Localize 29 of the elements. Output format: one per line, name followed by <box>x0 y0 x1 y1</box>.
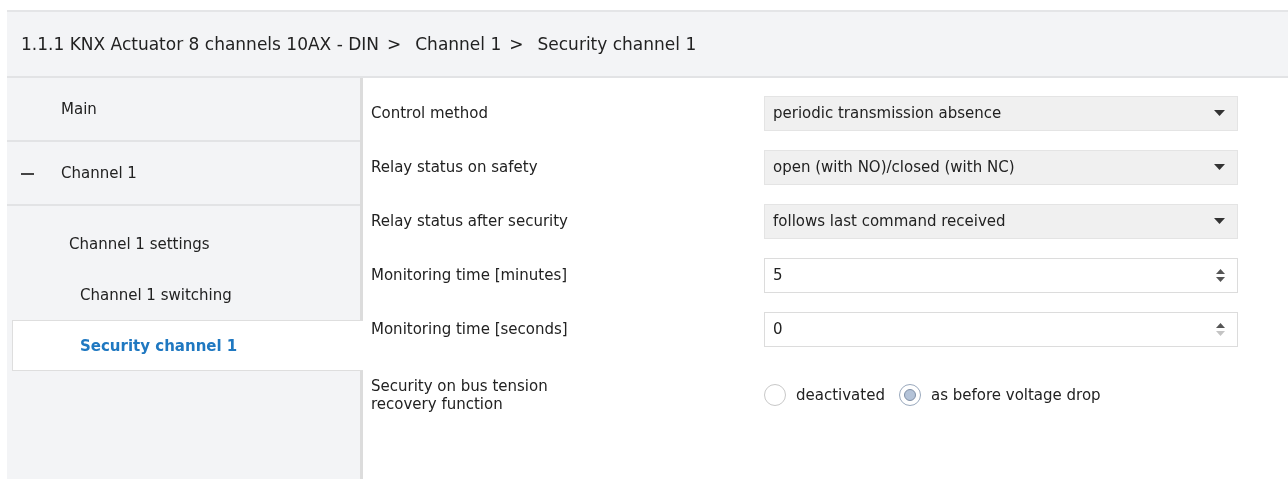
sidebar-item[interactable]: Channel 1 switching <box>7 269 360 320</box>
spin-up-icon[interactable] <box>1216 322 1225 328</box>
breadcrumb-item[interactable]: 1.1.1 KNX Actuator 8 channels 10AX - DIN <box>21 34 379 54</box>
parameter-label: Control method <box>371 104 489 122</box>
sidebar-item[interactable]: Channel 1 <box>7 142 360 206</box>
radio-option[interactable]: deactivated <box>764 384 885 406</box>
parameter-label: Relay status on safety <box>371 158 539 176</box>
number-field[interactable]: 0 <box>764 311 1238 347</box>
spin-up-icon[interactable] <box>1216 268 1225 274</box>
parameter-label: Security on bus tension recovery function <box>371 377 549 413</box>
spin-down-icon[interactable] <box>1216 276 1225 282</box>
breadcrumb-item: Security channel 1 <box>537 34 697 54</box>
dropdown[interactable]: periodic transmission absence <box>764 95 1238 131</box>
breadcrumb-item[interactable]: Channel 1 <box>415 34 502 54</box>
parameter-label: Relay status after security <box>371 212 569 230</box>
radio-option[interactable]: as before voltage drop <box>898 384 1101 406</box>
parameter-label: Monitoring time [seconds] <box>371 320 569 338</box>
breadcrumb-separator: > <box>509 34 524 54</box>
breadcrumb-separator: > <box>387 34 402 54</box>
sidebar-item[interactable]: Channel 1 settings <box>7 218 360 269</box>
dropdown-caret-icon <box>1214 110 1225 116</box>
dropdown[interactable]: open (with NO)/closed (with NC) <box>764 149 1238 185</box>
sidebar-item[interactable]: Security channel 1 <box>12 320 365 371</box>
number-field[interactable]: 5 <box>764 257 1238 293</box>
dropdown[interactable]: follows last command received <box>764 203 1238 239</box>
dropdown-caret-icon <box>1214 218 1225 224</box>
dropdown-caret-icon <box>1214 164 1225 170</box>
sidebar-item[interactable]: Main <box>7 78 360 142</box>
parameter-label: Monitoring time [minutes] <box>371 266 569 284</box>
